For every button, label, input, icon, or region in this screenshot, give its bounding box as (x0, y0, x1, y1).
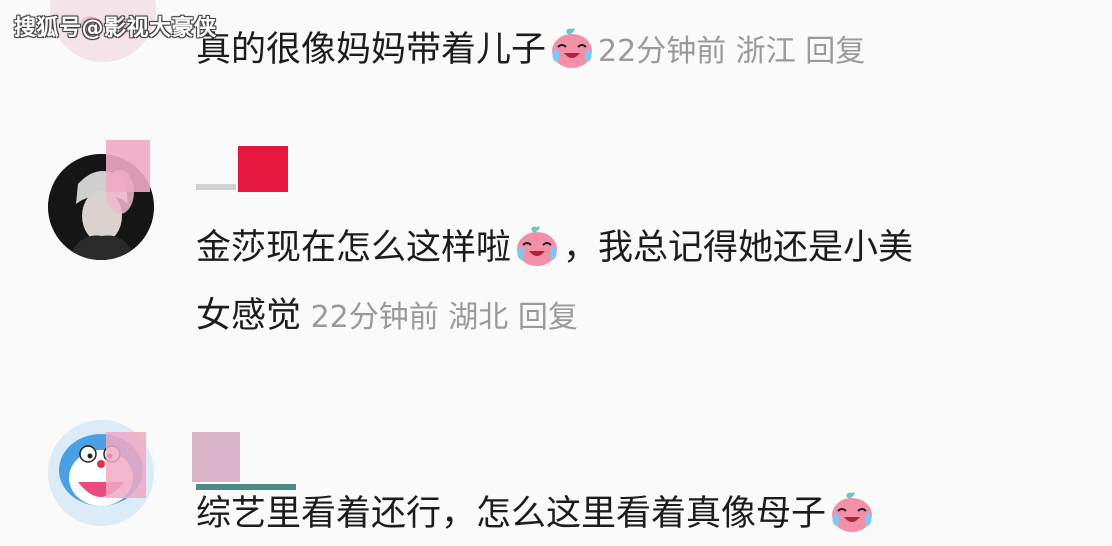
censor-block (106, 140, 150, 192)
comment-1: 真的很像妈妈带着儿子 22分钟前 浙江 回复 (196, 20, 865, 82)
comment-text: 综艺里看着还行，怎么这里看着真像母子 (196, 494, 827, 534)
watermark: 搜狐号@影视大豪侠 (14, 16, 217, 41)
comment-location: 浙江 (735, 34, 796, 69)
comment-2-line-1: 金莎现在怎么这样啦 ，我总记得她还是小美 (196, 218, 913, 278)
censor-block (106, 432, 146, 498)
comment-2-line-2: 女感觉 22分钟前 湖北 回复 (196, 286, 578, 348)
crying-laughing-emoji-icon (515, 221, 559, 267)
comment-location: 湖北 (448, 300, 509, 335)
comment-text: 真的很像妈妈带着儿子 (196, 30, 547, 70)
censor-block (192, 432, 240, 482)
comment-3: 综艺里看着还行，怎么这里看着真像母子 (196, 484, 878, 544)
comment-text: 女感觉 (196, 296, 302, 336)
censor-block (238, 146, 288, 192)
reply-button[interactable]: 回复 (805, 34, 865, 69)
comment-time: 22分钟前 (598, 34, 727, 69)
comment-text: ，我总记得她还是小美 (563, 228, 914, 268)
censor-block (196, 184, 236, 190)
crying-laughing-emoji-icon (830, 487, 874, 533)
comment-time: 22分钟前 (310, 300, 439, 335)
reply-button[interactable]: 回复 (518, 300, 578, 335)
comment-text: 金莎现在怎么这样啦 (196, 228, 512, 268)
crying-laughing-emoji-icon (550, 23, 594, 69)
